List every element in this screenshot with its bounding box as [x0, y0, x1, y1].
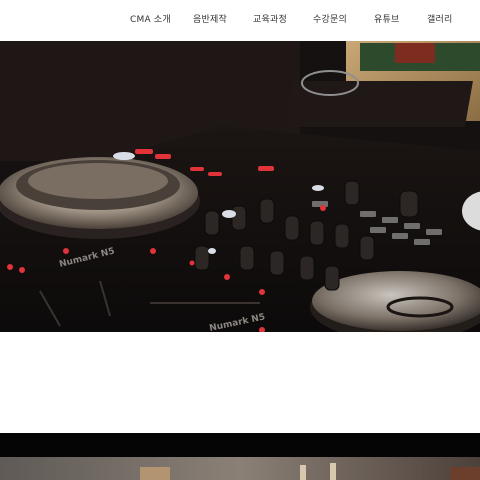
- nav-item-youtube[interactable]: 유튜브: [374, 12, 399, 25]
- nav-item-cma-intro[interactable]: CMA 소개: [130, 12, 171, 25]
- hero-image-dj-controller: Numark N5 Numark N5: [0, 41, 480, 332]
- nav-item-gallery[interactable]: 갤러리: [427, 12, 452, 25]
- dark-section-band: [0, 433, 480, 457]
- nav-item-enrollment-inquiry[interactable]: 수강문의: [313, 12, 347, 25]
- second-banner-image: [0, 457, 480, 480]
- left-jog-wheel: [0, 157, 200, 239]
- nav-item-album-production[interactable]: 음반제작: [193, 12, 227, 25]
- top-navigation: CMA 소개 음반제작 교육과정 수강문의 유튜브 갤러리: [0, 0, 480, 41]
- content-spacer: [0, 332, 480, 433]
- nav-item-courses[interactable]: 교육과정: [253, 12, 287, 25]
